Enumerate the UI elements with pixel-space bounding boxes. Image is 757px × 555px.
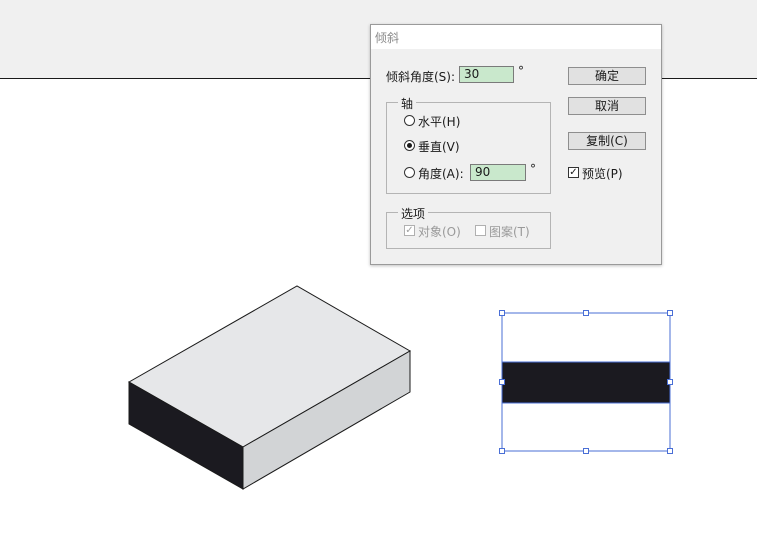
horizontal-radio-label[interactable]: 水平(H) bbox=[418, 113, 460, 130]
degree-symbol: ° bbox=[518, 64, 524, 78]
axis-group-label: 轴 bbox=[398, 95, 417, 112]
bounding-box-handle[interactable] bbox=[583, 310, 589, 316]
bounding-box-handle[interactable] bbox=[499, 310, 505, 316]
bounding-box-handle[interactable] bbox=[667, 448, 673, 454]
dialog-title: 倾斜 bbox=[375, 31, 400, 45]
bounding-box-handle[interactable] bbox=[499, 379, 505, 385]
copy-button[interactable]: 复制(C) bbox=[568, 132, 646, 150]
bounding-box-handle[interactable] bbox=[499, 448, 505, 454]
isometric-box[interactable] bbox=[127, 285, 412, 490]
bounding-box-handle[interactable] bbox=[667, 310, 673, 316]
vertical-radio[interactable] bbox=[404, 140, 415, 151]
vertical-radio-label[interactable]: 垂直(V) bbox=[418, 138, 460, 155]
transform-patterns-checkbox[interactable] bbox=[475, 225, 486, 236]
shear-dialog: 倾斜 倾斜角度(S): 30 ° 轴 水平(H) 垂直(V) 角度(A): 90… bbox=[370, 24, 662, 265]
horizontal-radio[interactable] bbox=[404, 115, 415, 126]
options-group-label: 选项 bbox=[398, 205, 429, 222]
degree-symbol: ° bbox=[530, 162, 536, 176]
selected-dark-rectangle bbox=[502, 362, 670, 403]
radio-selected-dot bbox=[407, 143, 412, 148]
dialog-titlebar[interactable]: 倾斜 bbox=[371, 25, 661, 49]
preview-checkbox[interactable]: ✓ bbox=[568, 167, 579, 178]
shear-angle-input[interactable]: 30 bbox=[459, 66, 514, 83]
shear-angle-label: 倾斜角度(S): bbox=[386, 70, 456, 84]
transform-objects-label: 对象(O) bbox=[418, 225, 461, 239]
selected-object[interactable] bbox=[499, 310, 673, 454]
cancel-button[interactable]: 取消 bbox=[568, 97, 646, 115]
preview-label[interactable]: 预览(P) bbox=[582, 165, 623, 182]
transform-patterns-label: 图案(T) bbox=[489, 225, 530, 239]
axis-angle-input[interactable]: 90 bbox=[470, 164, 526, 181]
ok-button[interactable]: 确定 bbox=[568, 67, 646, 85]
transform-objects-checkbox[interactable]: ✓ bbox=[404, 225, 415, 236]
bounding-box-handle[interactable] bbox=[667, 379, 673, 385]
angle-radio[interactable] bbox=[404, 167, 415, 178]
bounding-box-handle[interactable] bbox=[583, 448, 589, 454]
angle-radio-label[interactable]: 角度(A): bbox=[418, 165, 464, 182]
